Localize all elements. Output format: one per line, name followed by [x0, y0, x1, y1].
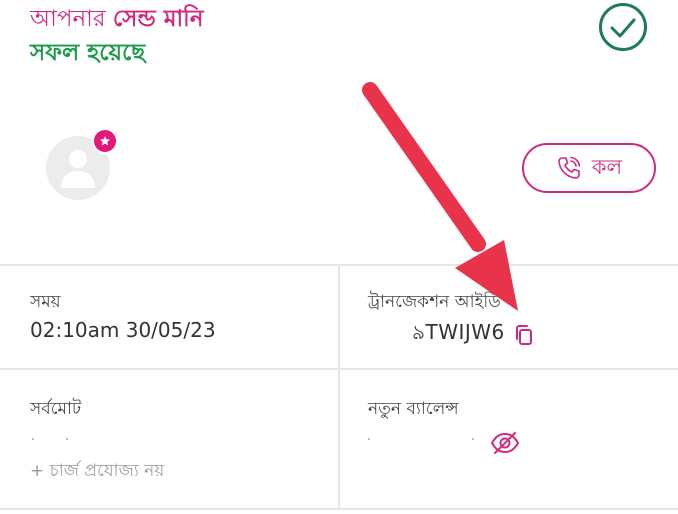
charge-note: + চার্জ প্রযোজ্য নয় — [30, 461, 165, 481]
call-button[interactable]: কল — [522, 143, 656, 193]
transaction-id-label: ট্রানজেকশন আইডি — [368, 292, 501, 312]
phone-icon — [558, 156, 581, 179]
title-line-1: আপনার সেন্ড মানি — [30, 2, 203, 36]
time-value: 02:10am 30/05/23 — [30, 318, 216, 342]
favorite-badge — [92, 128, 118, 154]
total-value-placeholder — [66, 438, 68, 440]
divider-bottom — [0, 508, 678, 510]
total-label: সর্বমোট — [30, 399, 82, 419]
title-service-name: সেন্ড মানি — [112, 6, 204, 32]
user-icon — [61, 150, 95, 188]
time-label: সময় — [30, 292, 61, 312]
recipient-avatar — [46, 128, 118, 200]
title-prefix: আপনার — [30, 6, 106, 32]
divider-vertical-lower — [338, 370, 340, 508]
balance-value-placeholder — [472, 438, 474, 440]
check-circle-icon — [599, 3, 647, 51]
total-value-placeholder — [32, 438, 34, 440]
eye-slash-icon[interactable] — [490, 430, 520, 456]
transaction-id-value: ৯TWIJW6 — [412, 320, 505, 344]
new-balance-label: নতুন ব্যালেন্স — [368, 399, 459, 419]
call-label: কল — [591, 154, 623, 179]
title-success-text: সফল হয়েছে — [30, 40, 146, 66]
success-message: আপনার সেন্ড মানি সফল হয়েছে — [30, 2, 203, 70]
copy-icon[interactable] — [513, 323, 535, 347]
transaction-id-row: ৯TWIJW6 — [412, 318, 535, 351]
divider-vertical-upper — [338, 266, 340, 368]
star-icon — [100, 136, 110, 146]
balance-value-placeholder — [368, 438, 370, 440]
